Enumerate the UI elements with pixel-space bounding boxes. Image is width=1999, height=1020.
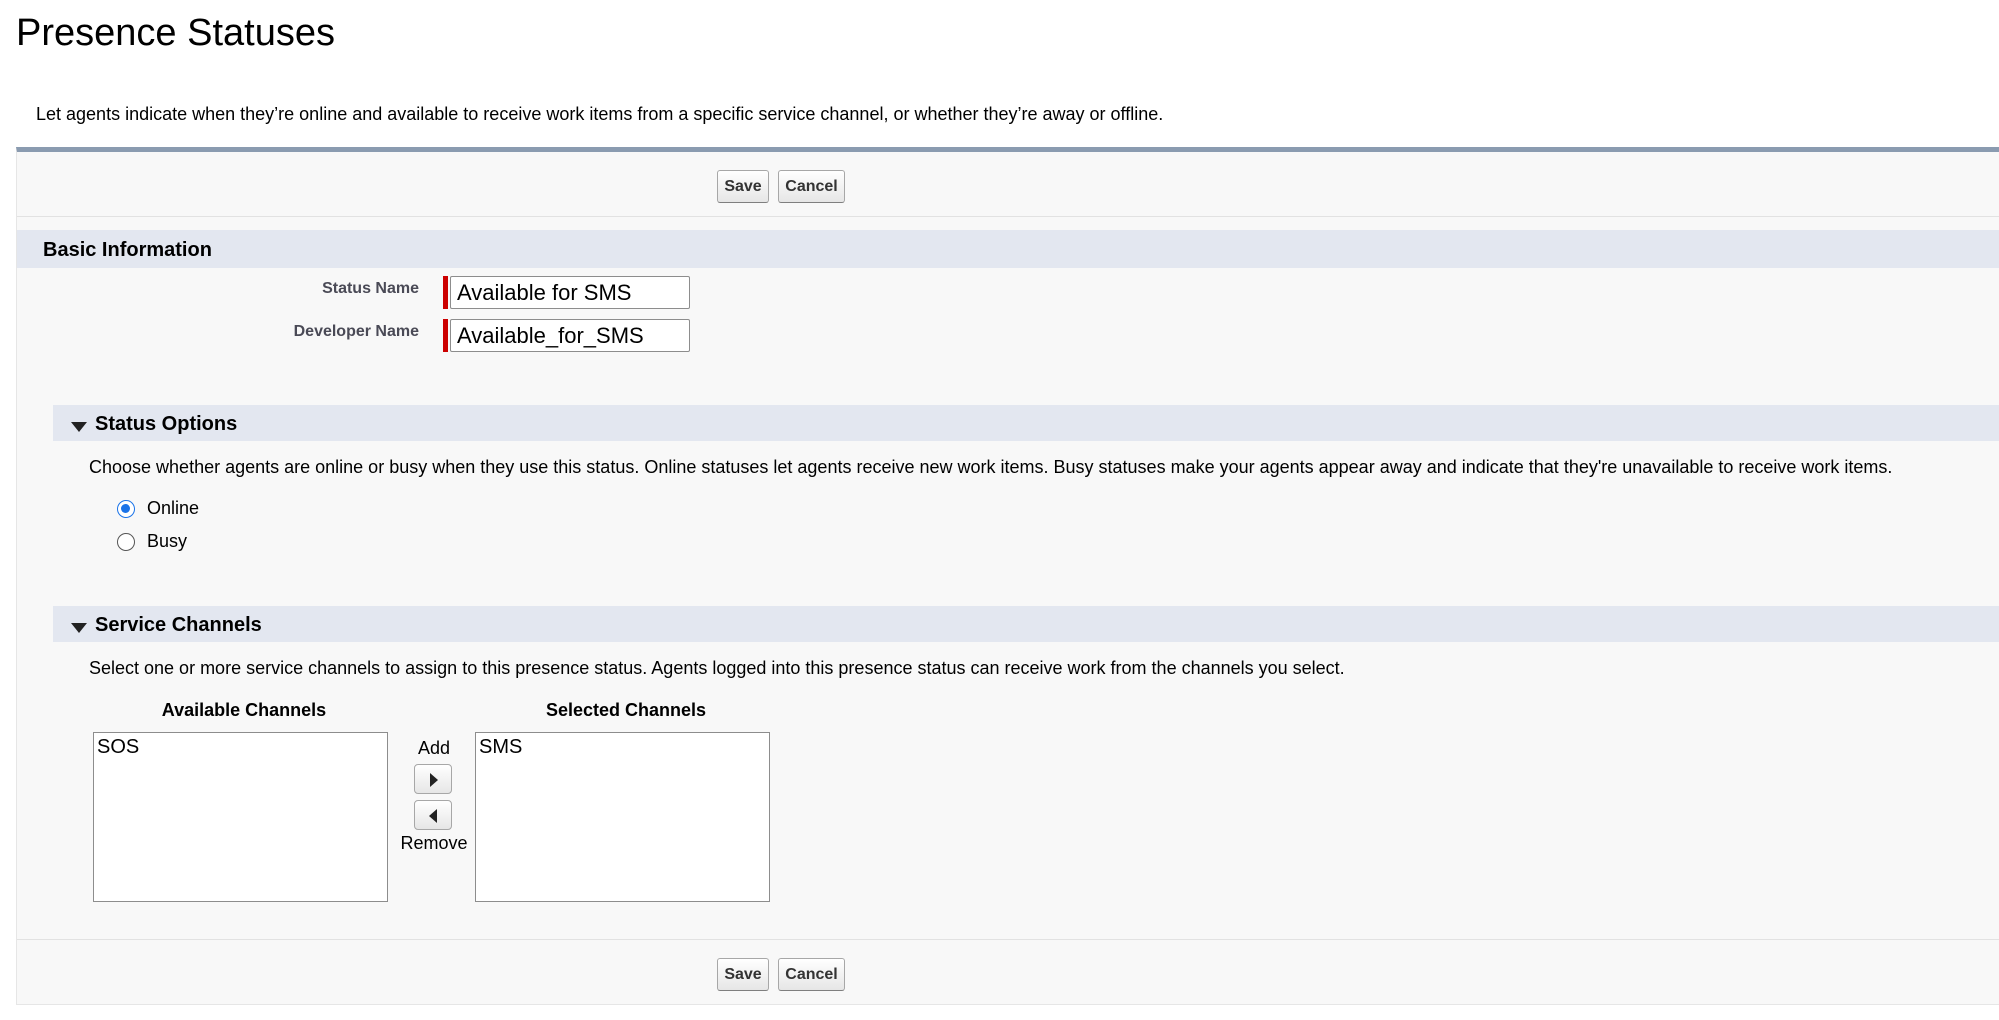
- collapse-triangle-icon[interactable]: [71, 623, 87, 633]
- selected-channels-title: Selected Channels: [545, 700, 707, 720]
- service-channels-help: Select one or more service channels to a…: [89, 658, 1345, 678]
- status-name-input[interactable]: [450, 276, 690, 309]
- add-channel-button[interactable]: [414, 764, 452, 794]
- collapse-triangle-icon[interactable]: [71, 422, 87, 432]
- list-item[interactable]: SMS: [479, 735, 766, 759]
- cancel-button[interactable]: Cancel: [778, 958, 845, 991]
- available-channels-title: Available Channels: [161, 700, 327, 720]
- service-channels-title: Service Channels: [95, 614, 262, 636]
- radio-online[interactable]: [117, 499, 135, 518]
- status-name-label: Status Name: [322, 280, 419, 297]
- save-button[interactable]: Save: [717, 170, 769, 203]
- arrow-right-icon: [430, 773, 438, 787]
- status-options-title: Status Options: [95, 413, 238, 435]
- add-label: Add: [417, 738, 451, 758]
- required-indicator: [443, 319, 448, 352]
- service-channels-header[interactable]: Service Channels: [53, 606, 1999, 642]
- radio-option-online[interactable]: Online: [117, 498, 199, 519]
- status-options-header[interactable]: Status Options: [53, 405, 1999, 441]
- required-indicator: [443, 276, 448, 309]
- save-button[interactable]: Save: [717, 958, 769, 991]
- list-item[interactable]: SOS: [97, 735, 384, 759]
- available-channels-list[interactable]: SOS: [93, 732, 388, 902]
- developer-name-input[interactable]: [450, 319, 690, 352]
- developer-name-label: Developer Name: [293, 323, 419, 340]
- arrow-left-icon: [429, 809, 437, 823]
- status-options-help: Choose whether agents are online or busy…: [89, 457, 1893, 477]
- radio-busy[interactable]: [117, 532, 135, 551]
- radio-option-busy[interactable]: Busy: [117, 531, 187, 552]
- bottom-button-row: Save Cancel: [17, 939, 1999, 1004]
- radio-online-label: Online: [147, 498, 200, 518]
- selected-channels-list[interactable]: SMS: [475, 732, 770, 902]
- remove-channel-button[interactable]: [414, 800, 452, 830]
- page-title: Presence Statuses: [16, 12, 335, 54]
- basic-information-header: Basic Information: [17, 230, 1999, 268]
- radio-busy-label: Busy: [147, 531, 188, 551]
- cancel-button[interactable]: Cancel: [778, 170, 845, 203]
- remove-label: Remove: [400, 833, 468, 853]
- presence-status-form: Save Cancel Basic Information Status Nam…: [16, 147, 1999, 1005]
- page-description: Let agents indicate when they’re online …: [36, 104, 1164, 124]
- top-button-row: Save Cancel: [17, 152, 1999, 217]
